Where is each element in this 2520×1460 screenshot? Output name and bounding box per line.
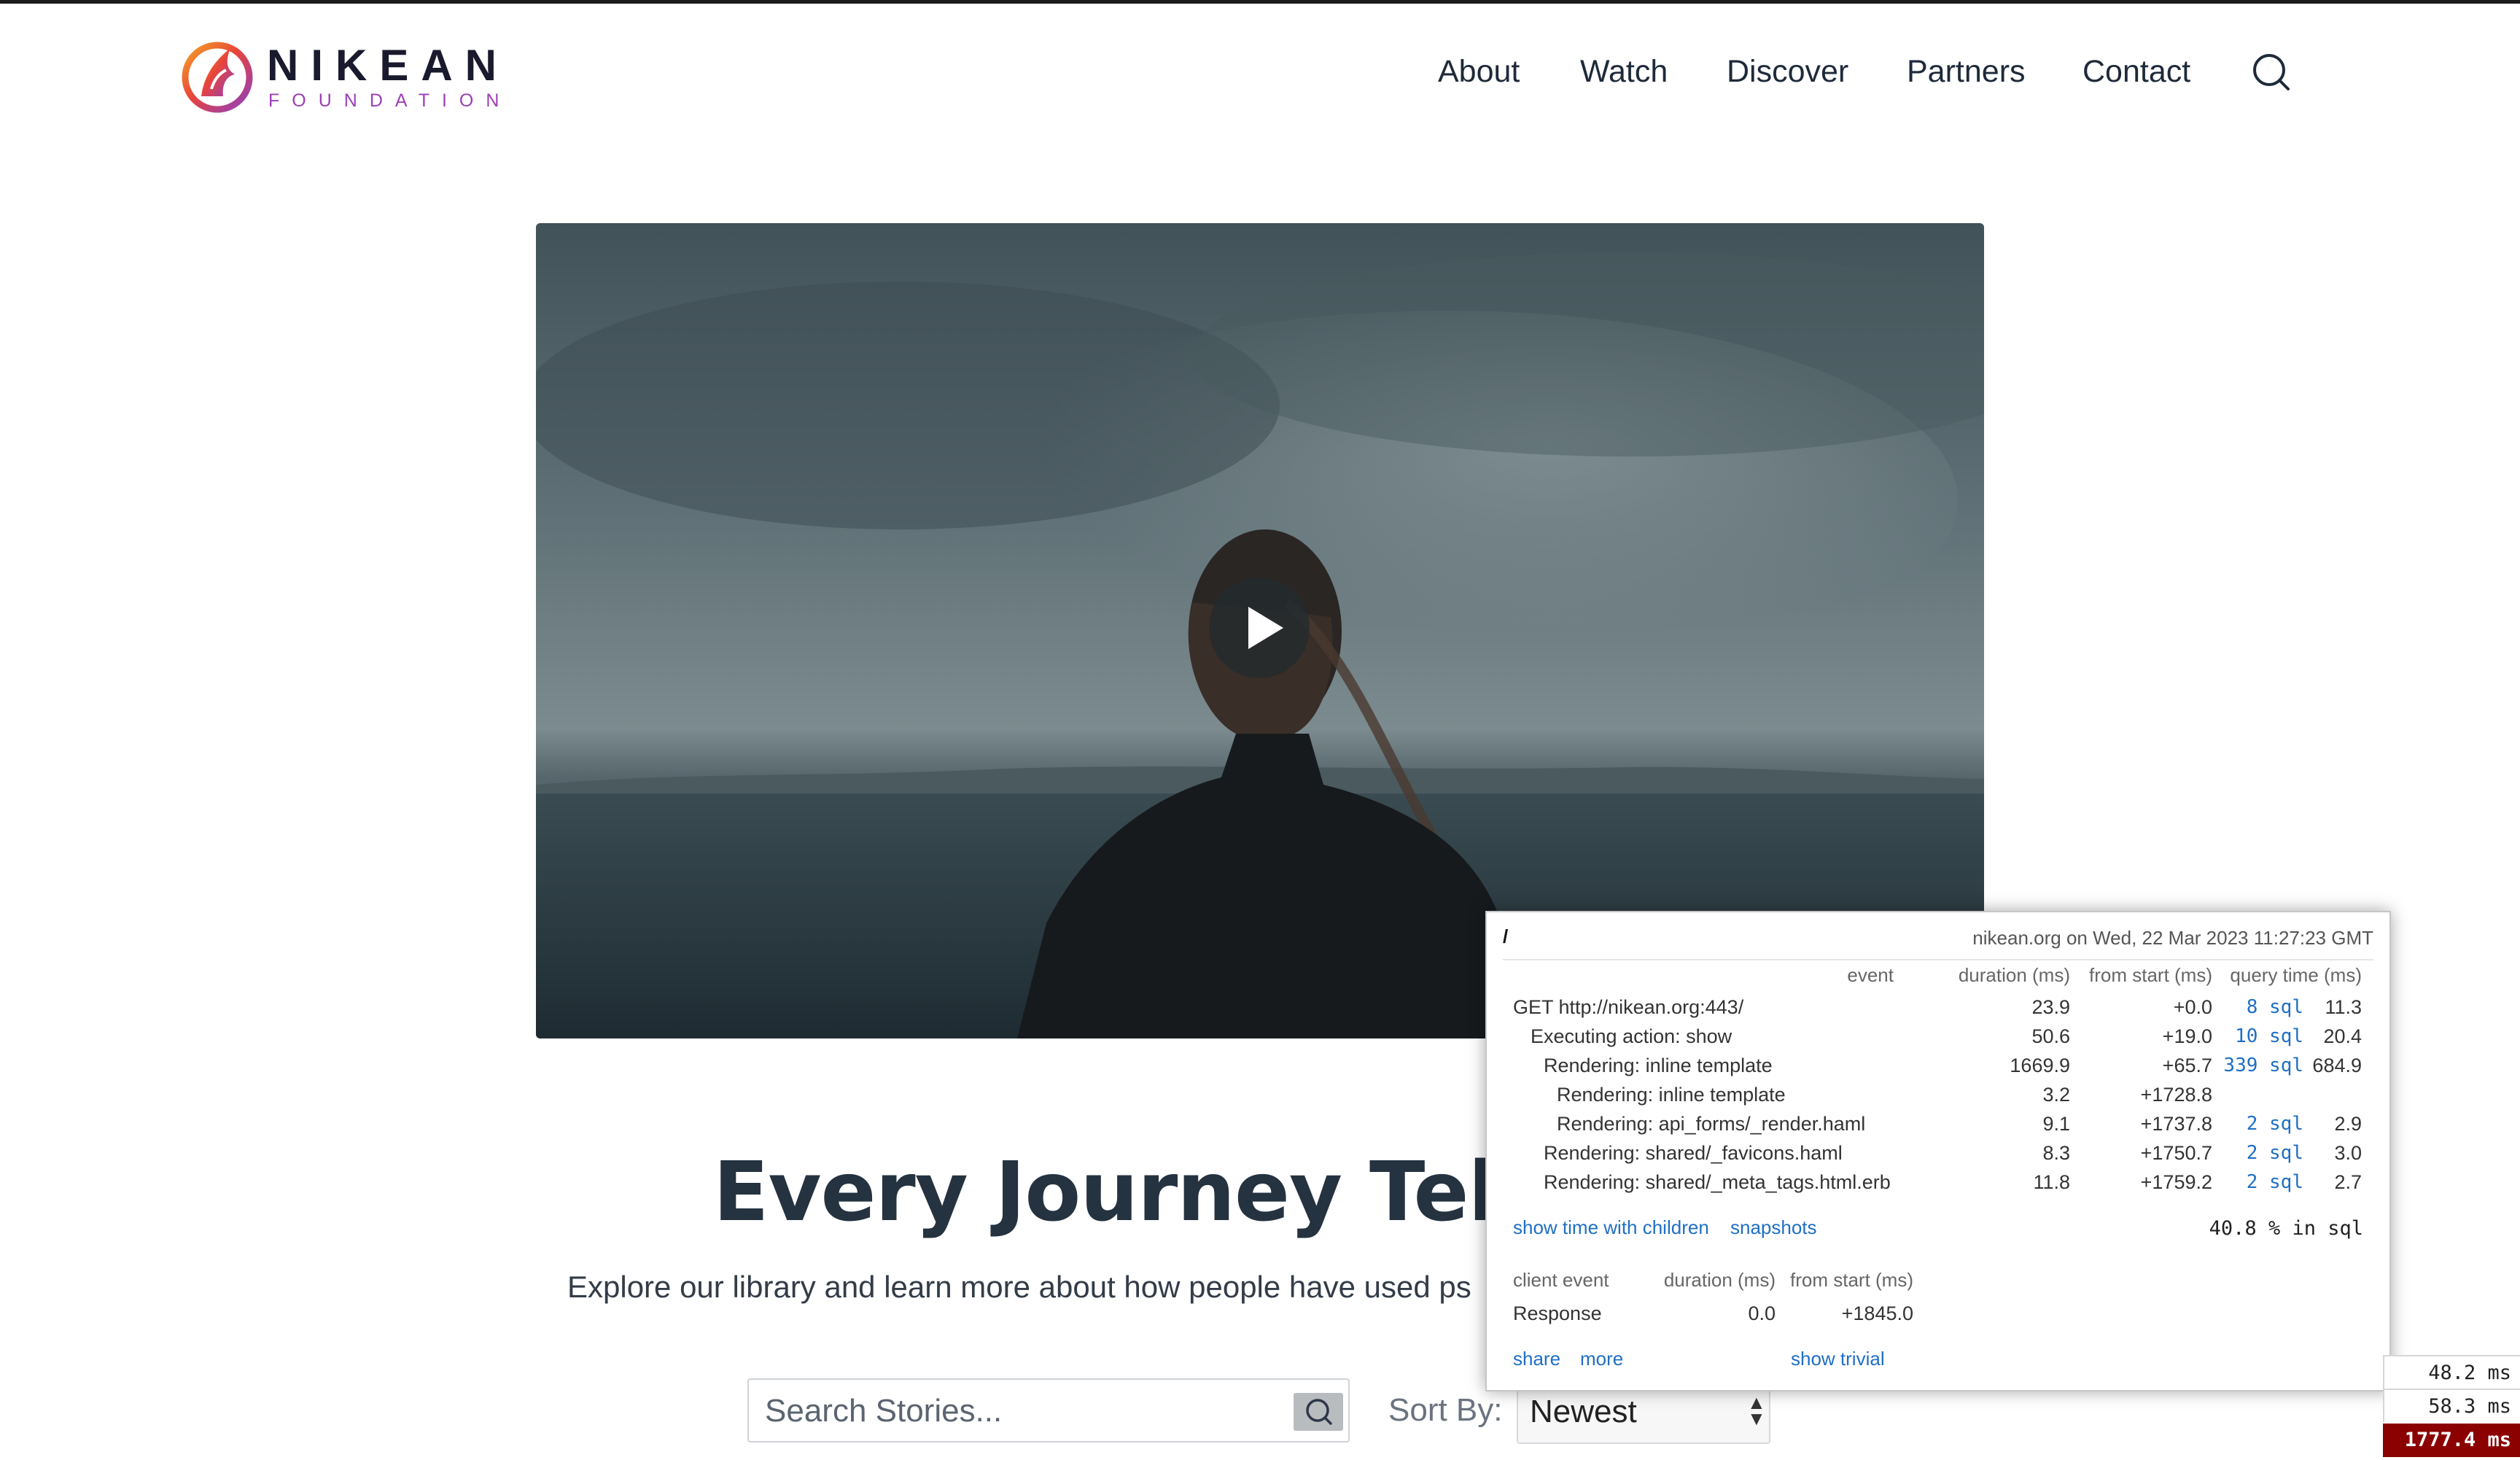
- show-time-with-children-link[interactable]: show time with children: [1513, 1214, 1709, 1240]
- divider: [1503, 959, 2373, 960]
- column-header: client event: [1513, 1269, 1609, 1291]
- client-duration: 0.0: [1748, 1302, 1776, 1324]
- intro-text: Explore our library and learn more about…: [567, 1270, 1471, 1304]
- column-header: event: [1847, 964, 1894, 986]
- nav-watch[interactable]: Watch: [1580, 51, 1668, 92]
- logo-mark-icon: [182, 42, 253, 113]
- search-icon: [2253, 54, 2290, 90]
- profiler-popup: / nikean.org on Wed, 22 Mar 2023 11:27:2…: [1485, 911, 2391, 1391]
- profiler-duration: 1669.9: [2010, 1055, 2070, 1076]
- profiler-event: Rendering: inline template: [1544, 1055, 1773, 1076]
- profiler-query-time: 11.3: [2325, 996, 2362, 1018]
- show-trivial-link[interactable]: show trivial: [1791, 1346, 1885, 1372]
- profiler-duration: 11.8: [2033, 1171, 2070, 1193]
- profiler-query-time: 2.7: [2334, 1171, 2362, 1193]
- profiler-duration: 9.1: [2042, 1113, 2070, 1135]
- profiler-sql-link[interactable]: 2 sql: [2216, 1109, 2303, 1138]
- profiler-sql-link[interactable]: 339 sql: [2216, 1051, 2303, 1080]
- profiler-event: Executing action: show: [1531, 1025, 1732, 1047]
- top-border: [0, 0, 2520, 4]
- timing-badge[interactable]: 48.2 ms: [2383, 1355, 2520, 1389]
- play-button[interactable]: [1209, 578, 1310, 678]
- column-header: duration (ms): [1958, 964, 2070, 986]
- nav-about[interactable]: About: [1438, 51, 1520, 92]
- profiler-query-time: 3.0: [2334, 1142, 2362, 1164]
- profiler-from-start: +19.0: [2162, 1025, 2212, 1047]
- nav-search-button[interactable]: [2250, 51, 2291, 92]
- profiler-from-start: +1737.8: [2140, 1113, 2212, 1135]
- profiler-event: Rendering: shared/_favicons.haml: [1544, 1142, 1843, 1164]
- snapshots-link[interactable]: snapshots: [1730, 1214, 1817, 1240]
- column-header: query time (ms): [2230, 964, 2362, 986]
- profiler-event: Rendering: shared/_meta_tags.html.erb: [1544, 1171, 1891, 1193]
- search-icon: [1306, 1399, 1332, 1425]
- profiler-duration: 3.2: [2042, 1084, 2070, 1106]
- client-event: Response: [1513, 1302, 1602, 1324]
- client-from-start: +1845.0: [1841, 1302, 1913, 1324]
- profiler-sql-link[interactable]: 10 sql: [2216, 1022, 2303, 1051]
- profiler-query-time: 20.4: [2323, 1025, 2362, 1047]
- logo-subtitle: FOUNDATION: [268, 90, 512, 111]
- search-submit-button[interactable]: [1294, 1393, 1343, 1431]
- column-header: from start (ms): [1790, 1269, 1913, 1291]
- timing-badge-current[interactable]: 1777.4 ms: [2383, 1424, 2520, 1457]
- profiler-duration: 8.3: [2042, 1142, 2070, 1164]
- play-icon: [1248, 607, 1283, 649]
- profiler-from-start: +65.7: [2162, 1055, 2212, 1076]
- search-input[interactable]: [763, 1387, 1306, 1435]
- profiler-sql-link[interactable]: 2 sql: [2216, 1138, 2303, 1168]
- profiler-duration: 50.6: [2031, 1025, 2070, 1047]
- more-link[interactable]: more: [1580, 1346, 1623, 1372]
- profiler-path: /: [1503, 925, 1509, 947]
- sql-percent: 40.8 % in sql: [2209, 1217, 2363, 1240]
- profiler-from-start: +1728.8: [2140, 1084, 2212, 1106]
- share-link[interactable]: share: [1513, 1346, 1560, 1372]
- profiler-query-time: 684.9: [2312, 1055, 2362, 1076]
- nav-contact[interactable]: Contact: [2082, 51, 2190, 92]
- sort-label: Sort By:: [1388, 1392, 1503, 1428]
- column-header: from start (ms): [2089, 964, 2212, 986]
- profiler-sql-link[interactable]: 8 sql: [2216, 993, 2303, 1022]
- profiler-from-start: +0.0: [2173, 996, 2212, 1018]
- sort-selected-value: Newest: [1530, 1394, 1637, 1429]
- page-heading: Every Journey Tells: [713, 1145, 1571, 1240]
- profiler-event: Rendering: api_forms/_render.haml: [1557, 1113, 1866, 1135]
- logo-name: NIKEAN: [267, 41, 510, 90]
- nav-discover[interactable]: Discover: [1727, 51, 1848, 92]
- column-header: duration (ms): [1663, 1269, 1776, 1291]
- profiler-from-start: +1759.2: [2140, 1171, 2212, 1193]
- profiler-host-time: nikean.org on Wed, 22 Mar 2023 11:27:23 …: [1972, 927, 2373, 949]
- profiler-sql-link[interactable]: 2 sql: [2216, 1168, 2303, 1197]
- search-box: [747, 1378, 1350, 1442]
- select-arrows-icon: ▲ ▼: [1747, 1391, 1766, 1429]
- profiler-duration: 23.9: [2031, 996, 2070, 1018]
- profiler-event: GET http://nikean.org:443/: [1513, 996, 1744, 1018]
- profiler-event: Rendering: inline template: [1557, 1084, 1786, 1106]
- timing-badge[interactable]: 58.3 ms: [2383, 1389, 2520, 1422]
- profiler-query-time: 2.9: [2334, 1113, 2362, 1135]
- logo[interactable]: NIKEAN FOUNDATION: [179, 38, 500, 114]
- nav-partners[interactable]: Partners: [1907, 51, 2026, 92]
- profiler-from-start: +1750.7: [2140, 1142, 2212, 1164]
